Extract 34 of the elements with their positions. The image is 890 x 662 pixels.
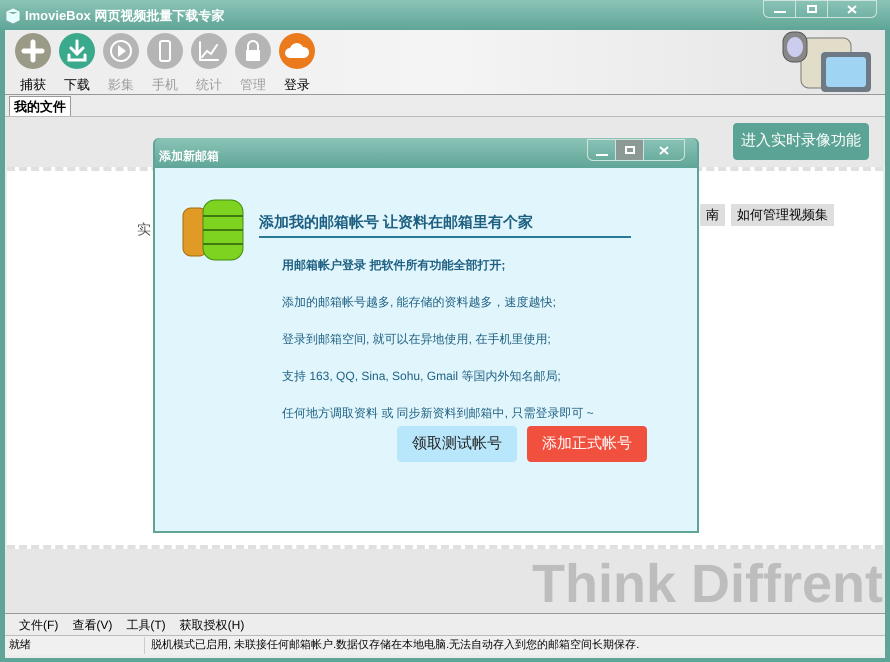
feature-text: 添加的邮箱帐号越多, 能存储的资料越多，速度越快; <box>282 294 558 311</box>
close-icon <box>659 146 669 154</box>
line-chart-icon <box>191 33 227 69</box>
status-message: 脱机模式已启用, 未联接任何邮箱帐户.数据仅存储在本地电脑.无法自动存入到您的邮箱空间长期保存. <box>150 638 640 654</box>
toolbar-button[interactable]: 登录 <box>279 33 315 94</box>
window-title: ImovieBox 网页视频批量下载专家 <box>25 7 224 25</box>
feature-text: 登录到邮箱空间, 就可以在异地使用, 在手机里使用; <box>282 331 552 348</box>
help-button[interactable]: 如何管理视频集 <box>731 204 834 226</box>
plus-icon <box>15 33 51 69</box>
cube-icon <box>5 8 21 24</box>
close-icon <box>847 4 857 14</box>
toolbar-button[interactable]: 捕获 <box>15 33 51 94</box>
trial-account-button[interactable]: 领取测试帐号 <box>397 426 517 462</box>
download-icon <box>59 33 95 69</box>
add-account-button[interactable]: 添加正式帐号 <box>527 426 647 462</box>
dialog-heading: 添加我的邮箱帐号 让资料在邮箱里有个家 <box>259 214 534 231</box>
play-icon <box>103 33 139 69</box>
lead-text: 用邮箱帐户登录 把软件所有功能全部打开; <box>282 257 506 274</box>
feature-text: 支持 163, QQ, Sina, Sohu, Gmail 等国内外知名邮局; <box>282 368 562 385</box>
toolbar-button[interactable]: 下载 <box>59 33 95 94</box>
feature-text: 任何地方调取资料 或 同步新资料到邮箱中, 只需登录即可 ~ <box>282 405 594 422</box>
cloud-icon <box>279 33 315 69</box>
phone-icon <box>147 33 183 69</box>
lock-icon <box>235 33 271 69</box>
status-text: 就绪 <box>5 637 145 654</box>
menu-item[interactable]: 工具(T) <box>126 616 166 634</box>
dialog-title: 添加新邮箱 <box>159 148 219 165</box>
intro-text: 实 <box>137 220 151 239</box>
tab[interactable]: 我的文件 <box>9 96 71 116</box>
maximize-button[interactable] <box>616 140 644 160</box>
menu-item[interactable]: 获取授权(H) <box>180 616 244 634</box>
help-button[interactable]: 南 <box>700 204 725 226</box>
menu-item[interactable]: 查看(V) <box>72 616 112 634</box>
menu-item[interactable]: 文件(F) <box>19 616 58 634</box>
